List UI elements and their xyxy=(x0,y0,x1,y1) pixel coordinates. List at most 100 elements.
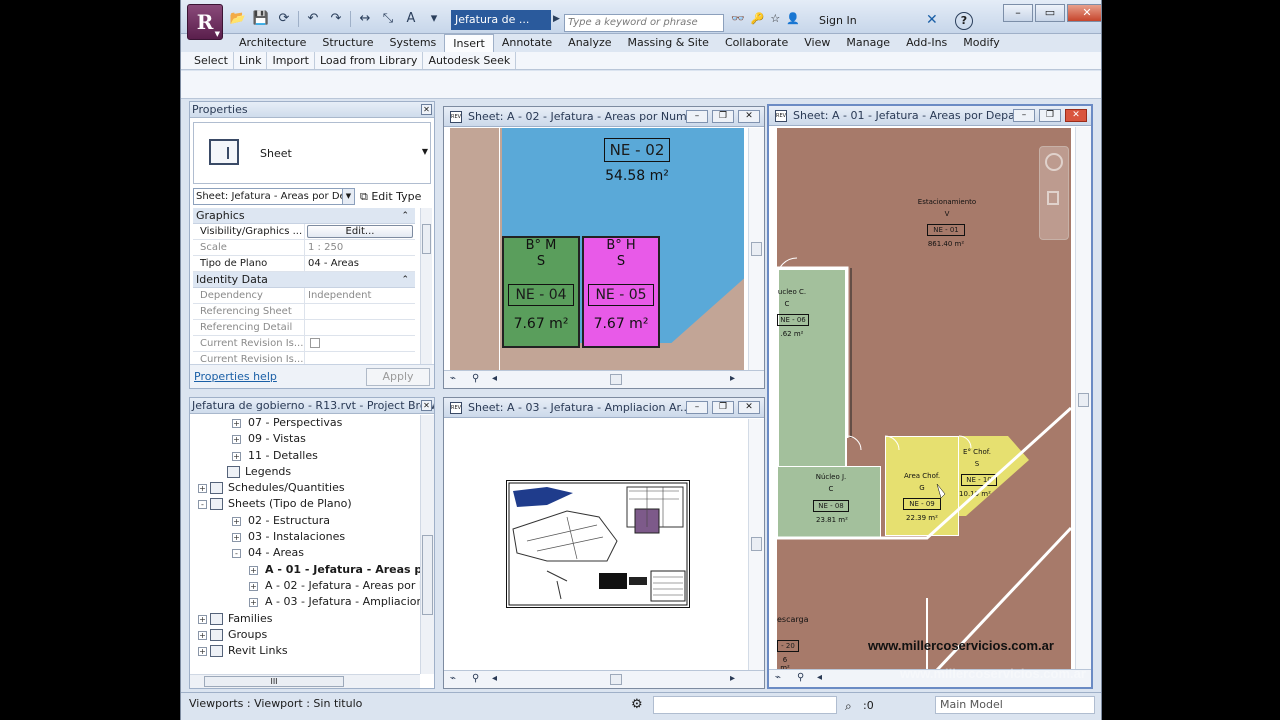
browser-hscrollbar[interactable]: III xyxy=(190,674,420,688)
tree-item[interactable]: +07 - Perspectivas xyxy=(190,415,420,431)
pin-icon[interactable]: ⚲ xyxy=(472,671,479,687)
collapse-icon[interactable]: ⌃ xyxy=(401,272,409,288)
visibility-edit-button[interactable]: Edit... xyxy=(307,225,413,238)
tab-architecture[interactable]: Architecture xyxy=(231,34,314,52)
scrollbar-thumb[interactable] xyxy=(751,242,762,256)
drawing-canvas-a01[interactable]: Estacionamiento V NE - 01 861.40 m² ucle… xyxy=(777,128,1071,670)
chevron-right-icon[interactable]: ▶ xyxy=(553,14,560,24)
expand-icon[interactable]: + xyxy=(198,614,207,624)
apply-button[interactable]: Apply xyxy=(366,368,430,386)
scrollbar-thumb[interactable] xyxy=(422,535,433,615)
sheet-thumbnail[interactable] xyxy=(506,480,690,608)
tab-manage[interactable]: Manage xyxy=(838,34,898,52)
ribbon-item-import[interactable]: Import xyxy=(267,52,315,69)
ribbon-item-select[interactable]: Select xyxy=(189,52,234,69)
view-control-icon[interactable]: ⌁ xyxy=(775,670,781,686)
checkbox[interactable] xyxy=(310,338,320,348)
chevron-down-icon[interactable]: ▼ xyxy=(422,147,428,156)
tree-item[interactable]: + Schedules/Quantities xyxy=(190,480,420,496)
tab-systems[interactable]: Systems xyxy=(382,34,445,52)
open-icon[interactable]: 📂 xyxy=(229,10,247,28)
close-icon[interactable]: ✕ xyxy=(421,104,432,115)
dimension-icon[interactable]: ⤡ xyxy=(379,10,397,28)
view-control-icon[interactable]: ⌁ xyxy=(450,671,456,687)
tab-view[interactable]: View xyxy=(796,34,838,52)
tree-item[interactable]: -04 - Areas xyxy=(190,545,420,561)
tree-item[interactable]: +09 - Vistas xyxy=(190,431,420,447)
ribbon-item-link[interactable]: Link xyxy=(234,52,268,69)
redo-icon[interactable]: ↷ xyxy=(327,10,345,28)
tab-annotate[interactable]: Annotate xyxy=(494,34,560,52)
minimize-button[interactable]: – xyxy=(686,110,708,123)
properties-help-link[interactable]: Properties help xyxy=(194,370,277,383)
expand-icon[interactable]: + xyxy=(198,630,207,640)
expand-icon[interactable]: + xyxy=(198,647,207,657)
scrollbar-thumb[interactable] xyxy=(610,374,622,385)
restore-button[interactable]: ❐ xyxy=(712,401,734,414)
tab-add-ins[interactable]: Add-Ins xyxy=(898,34,955,52)
view-window-a03[interactable]: Sheet: A - 03 - Jefatura - Ampliacion Ar… xyxy=(443,397,765,689)
view-window-a02[interactable]: Sheet: A - 02 - Jefatura - Areas por Num… xyxy=(443,106,765,389)
view-vscrollbar[interactable] xyxy=(748,419,764,670)
scrollbar-thumb[interactable] xyxy=(422,224,431,254)
tree-item[interactable]: +02 - Estructura xyxy=(190,513,420,529)
minimize-button[interactable]: – xyxy=(1003,4,1033,22)
tab-analyze[interactable]: Analyze xyxy=(560,34,619,52)
collapse-icon[interactable]: - xyxy=(232,549,241,559)
ribbon-item-load-from-library[interactable]: Load from Library xyxy=(315,52,424,69)
measure-icon[interactable]: ↔ xyxy=(356,10,374,28)
tab-insert[interactable]: Insert xyxy=(444,34,494,52)
pin-icon[interactable]: ⚲ xyxy=(472,371,479,387)
filter-icon[interactable]: ⌕ xyxy=(845,699,852,714)
tree-item[interactable]: +11 - Detalles xyxy=(190,448,420,464)
zoom-icon[interactable] xyxy=(1047,191,1059,205)
expand-icon[interactable]: + xyxy=(232,419,241,428)
tab-collaborate[interactable]: Collaborate xyxy=(717,34,796,52)
property-value[interactable]: 04 - Areas xyxy=(305,256,415,271)
group-header-graphics[interactable]: Graphics ⌃ xyxy=(193,208,415,224)
view-vscrollbar[interactable] xyxy=(748,128,764,370)
minimize-button[interactable]: – xyxy=(686,401,708,414)
tree-item[interactable]: + A - 03 - Jefatura - Ampliacion Area xyxy=(190,594,420,610)
tab-structure[interactable]: Structure xyxy=(314,34,381,52)
scrollbar-thumb[interactable] xyxy=(751,537,762,551)
sign-in-button[interactable]: Sign In xyxy=(819,14,857,27)
tree-item[interactable]: + Groups xyxy=(190,627,420,643)
binoculars-icon[interactable]: 👓 xyxy=(731,12,745,25)
tree-item[interactable]: Legends xyxy=(190,464,420,480)
drawing-canvas-a02[interactable]: NE - 02 54.58 m² B° M S B° H S NE - 04 7… xyxy=(450,128,744,371)
save-icon[interactable]: 💾 xyxy=(252,10,270,28)
chevron-left-icon[interactable]: ◂ xyxy=(492,671,497,687)
expand-icon[interactable]: + xyxy=(232,516,241,526)
help-button[interactable]: ? xyxy=(955,12,973,30)
undo-icon[interactable]: ↶ xyxy=(304,10,322,28)
expand-icon[interactable]: + xyxy=(232,435,241,445)
search-input[interactable]: Type a keyword or phrase xyxy=(564,14,724,32)
tree-item[interactable]: + A - 02 - Jefatura - Areas por Nume xyxy=(190,578,420,594)
view-window-a01[interactable]: Sheet: A - 01 - Jefatura - Areas por Dep… xyxy=(767,104,1093,689)
collapse-icon[interactable]: - xyxy=(198,500,207,510)
maximize-button[interactable]: ▭ xyxy=(1035,4,1065,22)
group-header-identity[interactable]: Identity Data ⌃ xyxy=(193,272,415,288)
qat-dropdown-icon[interactable]: ▾ xyxy=(425,10,443,28)
star-icon[interactable]: ☆ xyxy=(770,12,780,25)
tab-modify[interactable]: Modify xyxy=(955,34,1007,52)
chevron-right-icon[interactable]: ▸ xyxy=(730,371,735,387)
tree-item[interactable]: + A - 01 - Jefatura - Areas por Depa xyxy=(190,562,420,578)
expand-icon[interactable]: + xyxy=(249,565,258,575)
user-icon[interactable]: 👤 xyxy=(786,12,800,25)
tree-item[interactable]: + Revit Links xyxy=(190,643,420,659)
close-button[interactable]: ✕ xyxy=(1065,109,1087,122)
worksets-icon[interactable]: ⚙ xyxy=(631,697,643,712)
sync-icon[interactable]: ⟳ xyxy=(275,10,293,28)
close-button[interactable]: ✕ xyxy=(738,401,760,414)
close-icon[interactable]: ✕ xyxy=(421,400,432,411)
expand-icon[interactable]: + xyxy=(249,581,258,591)
restore-button[interactable]: ❐ xyxy=(1039,109,1061,122)
close-button[interactable]: ✕ xyxy=(738,110,760,123)
application-menu-button[interactable]: R ▼ xyxy=(187,4,223,40)
pin-icon[interactable]: ⚲ xyxy=(797,670,804,686)
tree-item[interactable]: +03 - Instalaciones xyxy=(190,529,420,545)
expand-icon[interactable]: + xyxy=(232,451,241,461)
type-selector[interactable]: Sheet ▼ xyxy=(193,122,431,184)
